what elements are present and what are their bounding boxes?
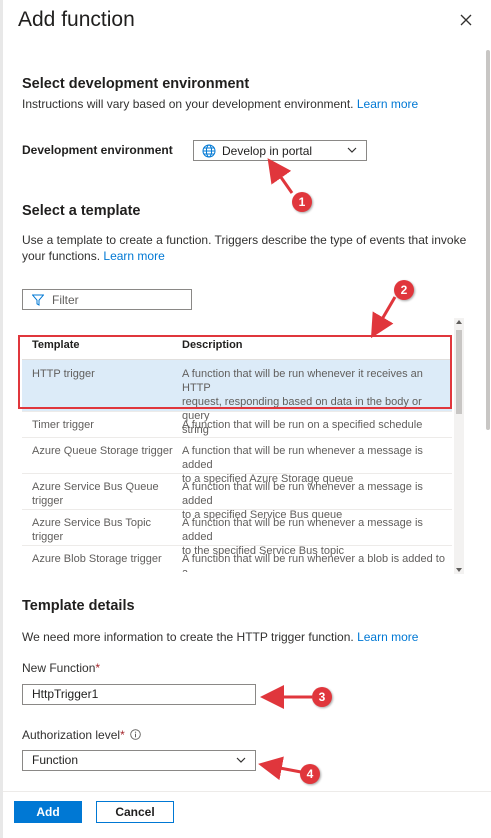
template-name-cell: Azure Queue Storage trigger <box>22 444 182 473</box>
template-name-line: trigger <box>32 531 64 543</box>
template-description-cell: A function that will be run whenever a b… <box>182 552 452 572</box>
scroll-up-icon[interactable] <box>456 320 462 324</box>
filter-placeholder: Filter <box>52 292 79 307</box>
template-heading: Select a template <box>22 203 141 219</box>
auth-level-label: Authorization level* <box>22 728 141 742</box>
grid-rows: HTTP trigger A function that will be run … <box>22 360 452 572</box>
dev-env-instructions: Instructions will vary based on your dev… <box>22 97 418 111</box>
panel-title: Add function <box>18 8 135 31</box>
template-name-line: Azure Service Bus Topic <box>32 517 152 529</box>
arrow-1 <box>267 158 294 194</box>
info-icon[interactable] <box>130 729 141 740</box>
template-desc-line2: your functions. Learn more <box>22 249 165 263</box>
grid-header: Template Description <box>22 330 452 360</box>
template-description-line: A function that will be run whenever a m… <box>182 517 423 543</box>
template-row[interactable]: Azure Queue Storage trigger A function th… <box>22 438 452 485</box>
grid-scrollbar[interactable] <box>454 318 464 574</box>
required-mark: * <box>120 728 125 742</box>
chevron-down-icon <box>236 757 246 763</box>
scroll-down-icon[interactable] <box>456 568 462 572</box>
column-header-description[interactable]: Description <box>182 338 452 352</box>
filter-icon <box>32 294 44 306</box>
chevron-down-icon <box>347 147 357 153</box>
callout-2: 2 <box>394 280 414 300</box>
filter-input[interactable]: Filter <box>22 289 192 310</box>
new-function-label: New Function* <box>22 661 100 675</box>
template-description-line: A function that will be run whenever a m… <box>182 445 423 471</box>
panel-left-edge <box>0 0 3 838</box>
template-name-cell: Azure Service Bus Queue trigger <box>22 480 182 509</box>
dev-env-heading: Select development environment <box>22 76 250 92</box>
auth-level-label-text: Authorization level <box>22 728 121 742</box>
details-heading: Template details <box>22 598 135 614</box>
add-button[interactable]: Add <box>14 801 82 823</box>
arrow-4 <box>258 756 302 781</box>
footer-divider <box>3 791 491 792</box>
dev-env-label: Development environment <box>22 143 173 157</box>
template-description-cell: A function that will be run whenever a m… <box>182 516 452 557</box>
required-mark: * <box>95 661 101 675</box>
template-desc-text: your functions. <box>22 249 101 263</box>
template-name-cell: Azure Service Bus Topic trigger <box>22 516 182 545</box>
template-name-line: Azure Service Bus Queue <box>32 481 159 493</box>
callout-3: 3 <box>312 687 332 707</box>
new-function-label-text: New Function <box>22 661 96 675</box>
cancel-button[interactable]: Cancel <box>96 801 174 823</box>
auth-level-dropdown[interactable]: Function <box>22 750 256 771</box>
callout-1: 1 <box>292 192 312 212</box>
auth-level-value: Function <box>32 753 79 767</box>
template-name-line: trigger <box>32 495 64 507</box>
template-row[interactable]: Azure Service Bus Topic trigger A function… <box>22 510 452 557</box>
template-description-line: A function that will be run on a specifi… <box>182 419 423 431</box>
details-info: We need more information to create the H… <box>22 630 418 644</box>
callout-4: 4 <box>300 764 320 784</box>
template-learn-more-link[interactable]: Learn more <box>103 249 164 263</box>
template-name-line: Azure Blob Storage trigger <box>32 553 162 565</box>
panel-scrollbar[interactable] <box>486 50 490 430</box>
template-description-cell: A function that will be run on a specifi… <box>182 418 452 437</box>
template-grid: Template Description HTTP trigger A funct… <box>22 330 452 572</box>
details-info-text: We need more information to create the H… <box>22 630 354 644</box>
template-description-line: A function that will be run whenever it … <box>182 368 423 394</box>
template-name-line: Timer trigger <box>32 419 94 431</box>
template-description-cell: A function that will be run whenever it … <box>182 367 452 436</box>
globe-icon <box>202 144 216 157</box>
dev-env-selected-value: Develop in portal <box>222 143 313 158</box>
template-description-line: A function that will be run whenever a m… <box>182 481 423 507</box>
arrow-2 <box>370 296 397 339</box>
dev-env-instructions-text: Instructions will vary based on your dev… <box>22 97 354 111</box>
template-description-cell: A function that will be run whenever a m… <box>182 480 452 521</box>
template-name-cell: Azure Blob Storage trigger <box>22 552 182 572</box>
template-description-cell: A function that will be run whenever a m… <box>182 444 452 485</box>
close-icon[interactable] <box>458 12 474 28</box>
template-description-line: A function that will be run whenever a b… <box>182 553 445 572</box>
template-name-cell: Timer trigger <box>22 418 182 437</box>
template-desc-line1: Use a template to create a function. Tri… <box>22 233 467 247</box>
details-learn-more-link[interactable]: Learn more <box>357 630 418 644</box>
column-header-template[interactable]: Template <box>22 338 182 352</box>
template-row[interactable]: Azure Service Bus Queue trigger A function… <box>22 474 452 521</box>
new-function-input[interactable]: HttpTrigger1 <box>22 684 256 705</box>
template-name-line: HTTP trigger <box>32 368 95 380</box>
template-row[interactable]: HTTP trigger A function that will be run … <box>22 360 452 436</box>
grid-scrollbar-thumb[interactable] <box>456 330 462 414</box>
template-name-line: Azure Queue Storage trigger <box>32 445 173 457</box>
template-name-cell: HTTP trigger <box>22 367 182 411</box>
dev-env-dropdown[interactable]: Develop in portal <box>193 140 367 161</box>
dev-env-learn-more-link[interactable]: Learn more <box>357 97 418 111</box>
